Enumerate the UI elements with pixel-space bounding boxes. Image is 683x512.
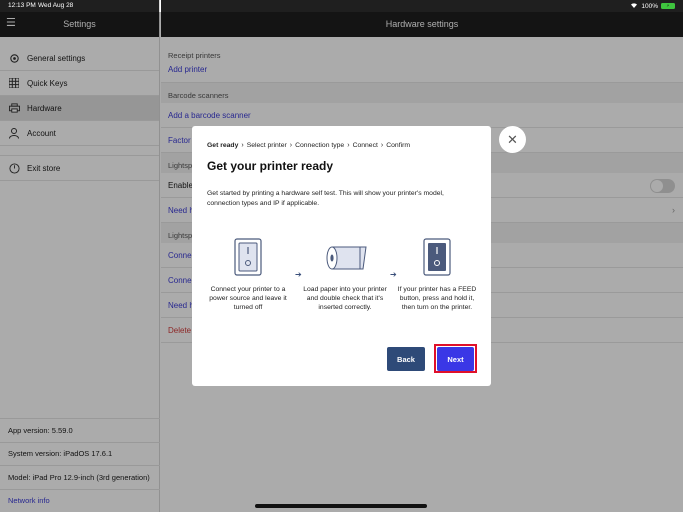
breadcrumb-step-connection-type: Connection type: [295, 142, 345, 149]
chevron-right-icon: ›: [347, 142, 350, 149]
step-power-text: Connect your printer to a power source a…: [209, 286, 287, 311]
battery-icon: ⚡: [661, 3, 675, 9]
status-date: Wed Aug 28: [38, 2, 74, 9]
feed-switch-icon: [395, 234, 479, 279]
back-button[interactable]: Back: [387, 347, 425, 371]
breadcrumb-step-connect: Connect: [352, 142, 378, 149]
arrow-right-icon: ➔: [295, 270, 302, 279]
status-bar: 12:13 PM Wed Aug 28 100% ⚡: [0, 0, 683, 12]
status-right: 100% ⚡: [630, 2, 675, 10]
breadcrumb-step-select-printer: Select printer: [246, 142, 287, 149]
step-paper-text: Load paper into your printer and double …: [303, 286, 387, 311]
step-paper: Load paper into your printer and double …: [302, 234, 388, 312]
printer-setup-modal: Get ready › Select printer › Connection …: [192, 126, 491, 386]
step-power: Connect your printer to a power source a…: [206, 234, 290, 312]
chevron-right-icon: ›: [380, 142, 384, 149]
modal-title: Get your printer ready: [207, 159, 334, 173]
step-feed-text: If your printer has a FEED button, press…: [397, 286, 477, 311]
close-icon[interactable]: ✕: [499, 126, 526, 153]
breadcrumb-step-get-ready: Get ready: [207, 142, 239, 149]
power-switch-icon: [206, 234, 290, 279]
modal-description: Get started by printing a hardware self …: [207, 190, 444, 207]
status-time: 12:13 PM: [8, 2, 36, 9]
breadcrumb-step-confirm: Confirm: [386, 142, 411, 149]
battery-percent: 100%: [641, 2, 658, 10]
home-indicator: [255, 504, 427, 508]
breadcrumb: Get ready › Select printer › Connection …: [207, 142, 410, 149]
chevron-right-icon: ›: [289, 142, 293, 149]
wifi-icon: [630, 2, 638, 10]
next-button[interactable]: Next: [437, 347, 474, 371]
step-feed: If your printer has a FEED button, press…: [395, 234, 479, 312]
paper-roll-icon: [302, 234, 388, 279]
chevron-right-icon: ›: [241, 142, 244, 149]
